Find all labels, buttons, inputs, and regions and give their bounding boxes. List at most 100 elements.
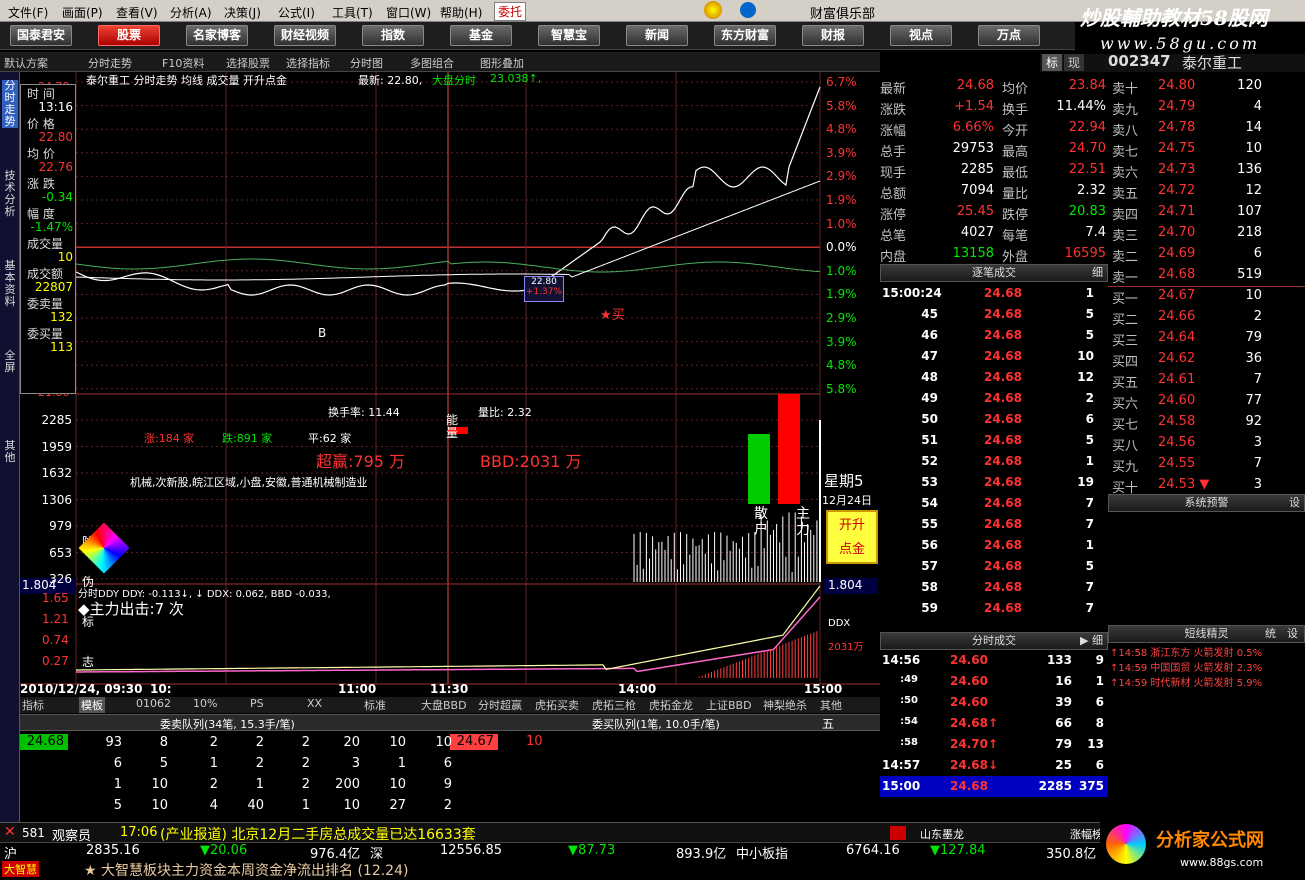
menu-formula[interactable]: 公式(I)	[278, 4, 315, 21]
down-count: 跌:891 家	[222, 432, 273, 445]
side-tab-fullscreen[interactable]: 全屏	[2, 350, 18, 374]
timeshare-chart[interactable]: 泰尔重工 分时走势 均线 成交量 开升点金 最新: 22.80, 大盘分时 23…	[20, 72, 880, 697]
info-label: 均 价	[27, 147, 55, 161]
indicator-tab[interactable]: 模板	[79, 697, 105, 713]
bid-row[interactable]: 买五 24.61 7	[1108, 370, 1305, 391]
nav-button[interactable]: 财经视频	[274, 25, 336, 46]
indicator-tab[interactable]: 大盘BBD	[421, 697, 467, 713]
indicator-tab[interactable]: 虎拓金龙	[649, 697, 693, 713]
menu-window[interactable]: 窗口(W)	[386, 4, 431, 21]
indicator-tab[interactable]: 01062	[136, 697, 171, 710]
tab-mark[interactable]: 标	[1042, 54, 1062, 71]
side-tab-timeshare[interactable]: 分时走势	[2, 80, 18, 128]
bid-row[interactable]: 买四 24.62 36	[1108, 349, 1305, 370]
menu-analysis[interactable]: 分析(A)	[170, 4, 212, 21]
indicator-tab[interactable]: 虎拓三枪	[592, 697, 636, 713]
queue-five[interactable]: 五	[822, 715, 834, 732]
ask-row[interactable]: 卖十 24.80 120	[1108, 76, 1305, 97]
menu-decision[interactable]: 决策(J)	[224, 4, 261, 21]
nav-button[interactable]: 指数	[362, 25, 424, 46]
minute-vol: 2285	[1038, 779, 1072, 793]
alert-item[interactable]: ↑14:59 时代新材 火箭发射 5.9%	[1110, 674, 1262, 689]
nav-button[interactable]: 万点	[978, 25, 1040, 46]
ask-row[interactable]: 卖一 24.68 519	[1108, 265, 1305, 286]
close-icon[interactable]: ✕	[4, 824, 16, 840]
indicator-tab[interactable]: XX	[307, 697, 322, 710]
indicator-tab[interactable]: 虎拓买卖	[535, 697, 579, 713]
bid-price: 24.64	[1158, 330, 1196, 345]
ask-row[interactable]: 卖四 24.71 107	[1108, 202, 1305, 223]
quote-label: 总笔	[880, 229, 907, 244]
ask-row[interactable]: 卖五 24.72 12	[1108, 181, 1305, 202]
menu-trade[interactable]: 委托	[494, 2, 527, 21]
ask-row[interactable]: 卖三 24.70 218	[1108, 223, 1305, 244]
side-tab-fundamental[interactable]: 基本资料	[2, 260, 18, 308]
toolbar-scheme[interactable]: 默认方案	[4, 55, 48, 71]
kaisheng-button[interactable]: 开升点金	[826, 510, 878, 564]
bid-row[interactable]: 买一 24.67 10	[1108, 286, 1305, 307]
bid-label: 买八	[1112, 439, 1139, 454]
indicator-tab[interactable]: 神梨绝杀	[763, 697, 807, 713]
nav-button[interactable]: 基金	[450, 25, 512, 46]
menu-view-screen[interactable]: 画面(P)	[62, 4, 103, 21]
menu-tools[interactable]: 工具(T)	[332, 4, 373, 21]
bid-row[interactable]: 买三 24.64 79	[1108, 328, 1305, 349]
ask-label: 卖四	[1112, 208, 1139, 223]
menu-file[interactable]: 文件(F)	[8, 4, 48, 21]
alert-item[interactable]: ↑14:58 浙江东方 火箭发射 0.5%	[1110, 644, 1262, 659]
ask-row[interactable]: 卖九 24.79 4	[1108, 97, 1305, 118]
bid-row[interactable]: 买六 24.60 77	[1108, 391, 1305, 412]
nav-button[interactable]: 东方财富	[714, 25, 776, 46]
bid-row[interactable]: 买七 24.58 92	[1108, 412, 1305, 433]
toolbar-multi[interactable]: 多图组合	[410, 55, 454, 71]
bid-qty: 92	[1245, 414, 1262, 429]
minute-trades[interactable]: 14:56 24.60 133 9:49 24.60 16 1:50 24.60 39 6:54 2…	[880, 650, 1108, 800]
ask-row[interactable]: 卖八 24.78 14	[1108, 118, 1305, 139]
indicator-tab[interactable]: 分时超赢	[478, 697, 522, 713]
short-alerts[interactable]: ↑14:58 浙江东方 火箭发射 0.5% ↑14:59 中国国贸 火箭发射 2.…	[1108, 648, 1305, 750]
ask-row[interactable]: 卖六 24.73 136	[1108, 160, 1305, 181]
bid-price: 24.55	[1158, 456, 1196, 471]
toolbar-timeshare[interactable]: 分时走势	[88, 55, 132, 71]
bid-row[interactable]: 买十 24.53 ▼ 3	[1108, 475, 1305, 496]
menu-help[interactable]: 帮助(H)	[440, 4, 482, 21]
nav-button[interactable]: 国泰君安	[10, 25, 72, 46]
ask-row[interactable]: 卖二 24.69 6	[1108, 244, 1305, 265]
ask-row[interactable]: 卖七 24.75 10	[1108, 139, 1305, 160]
news-ticker[interactable]: ★ 大智慧板块主力资金本周资金净流出排名 (12.24)	[84, 860, 408, 880]
toolbar-overlay[interactable]: 图形叠加	[480, 55, 524, 71]
bid-row[interactable]: 买八 24.56 3	[1108, 433, 1305, 454]
order-queue: 指标 模板 01062 10% PS XX 标准 大盘BBD 分时超赢 虎拓买卖 虎拓三枪 虎拓金龙上…	[20, 697, 880, 822]
side-tab-other[interactable]: 其他	[2, 440, 18, 464]
short-header: 短线精灵统设	[1108, 625, 1305, 643]
nav-button[interactable]: 名家博客	[186, 25, 248, 46]
side-tab-technical[interactable]: 技术分析	[2, 170, 18, 218]
toolbar-select-indicator[interactable]: 选择指标	[286, 55, 330, 71]
indicator-tab[interactable]: 上证BBD	[706, 697, 752, 713]
toolbar-chart-type[interactable]: 分时图	[350, 55, 383, 71]
toolbar-select-stock[interactable]: 选择股票	[226, 55, 270, 71]
stock-header: 标 现 002347 泰尔重工	[1040, 52, 1305, 72]
indicator-tab[interactable]: 标准	[364, 697, 386, 713]
news-headline[interactable]: (产业报道) 北京12月二手房总成交量已达16633套	[160, 824, 476, 844]
toolbar-f10[interactable]: F10资料	[162, 55, 204, 71]
indicator-tab[interactable]: PS	[250, 697, 264, 710]
indicator-tab[interactable]: 10%	[193, 697, 217, 710]
indicator-tab[interactable]: 指标	[22, 697, 44, 713]
nav-button[interactable]: 新闻	[626, 25, 688, 46]
info-label: 成交量	[27, 237, 64, 251]
menu-view[interactable]: 查看(V)	[116, 4, 158, 21]
nav-button[interactable]: 财报	[802, 25, 864, 46]
tab-now[interactable]: 现	[1064, 54, 1084, 71]
tick-list[interactable]: 15:00:24 24.68 1 45 24.68 5 46 24.68 5 47 24.68 10 4…	[880, 283, 1108, 623]
bid-row[interactable]: 买九 24.55 7	[1108, 454, 1305, 475]
quote-label: 总手	[880, 145, 907, 160]
date-label: 12月24日	[822, 494, 872, 507]
nav-button[interactable]: 智慧宝	[538, 25, 600, 46]
indicator-tab[interactable]: 其他	[820, 697, 842, 713]
nav-button[interactable]: 视点	[890, 25, 952, 46]
bid-row[interactable]: 买二 24.66 2	[1108, 307, 1305, 328]
nav-button-stock[interactable]: 股票	[98, 25, 160, 46]
brand-area: 财富俱乐部	[700, 1, 1100, 22]
alert-item[interactable]: ↑14:59 中国国贸 火箭发射 2.3%	[1110, 659, 1262, 674]
